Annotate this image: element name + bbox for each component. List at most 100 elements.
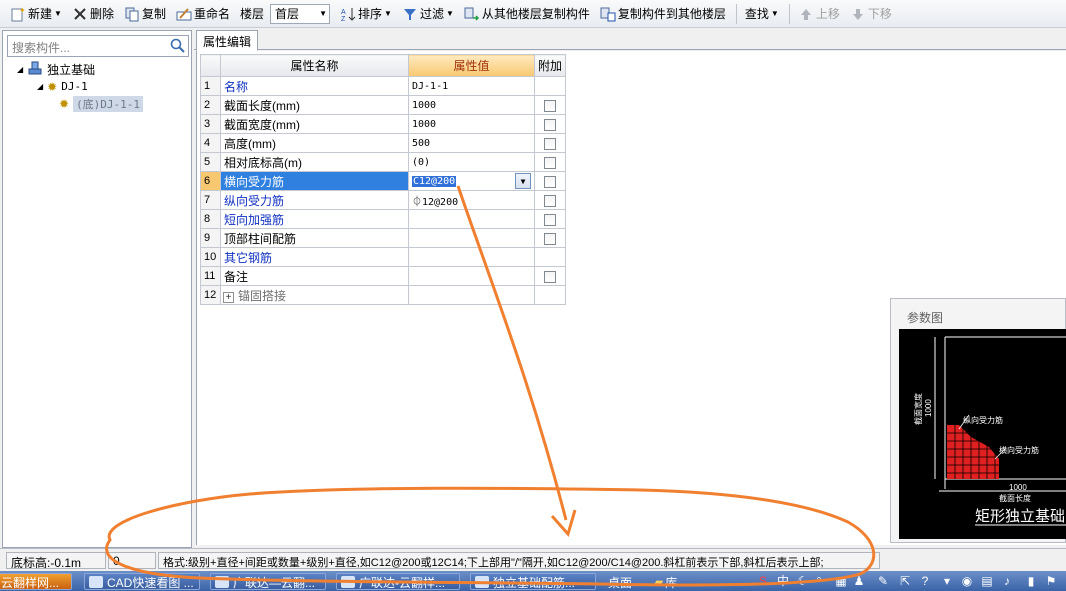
property-name-group[interactable]: + 锚固搭接 (220, 285, 409, 305)
person-icon[interactable]: ♟ (852, 574, 866, 588)
expand-plus-icon[interactable]: + (223, 291, 234, 303)
volume-icon[interactable]: ♪ (1000, 574, 1014, 588)
add-checkbox[interactable] (544, 118, 556, 131)
external-link-icon[interactable]: ⇱ (898, 574, 912, 588)
taskbar-item[interactable]: 广联达-云翻样... (336, 573, 460, 590)
rename-button[interactable]: 重命名 (172, 3, 234, 25)
rename-icon (176, 6, 192, 22)
row-number: 8 (200, 209, 221, 229)
collapse-triangle-icon[interactable]: ◢ (17, 65, 23, 74)
taskbar-item[interactable]: 云翻样网... (0, 573, 72, 590)
table-row[interactable]: 7 纵向受力筋 ⏀12@200 (200, 190, 567, 210)
table-row[interactable]: 11 备注 (200, 266, 567, 286)
table-row[interactable]: 1 名称 DJ-1-1 (200, 76, 567, 96)
property-value[interactable]: 1000 (408, 114, 535, 134)
network-icon[interactable]: ▤ (980, 574, 994, 588)
taskbar-item[interactable]: CAD快速看图 ... (84, 573, 200, 590)
property-value[interactable]: 1000 (408, 95, 535, 115)
property-value[interactable] (408, 247, 535, 267)
column-header-name[interactable]: 属性名称 (220, 54, 409, 77)
keyboard-icon[interactable]: ▦ (834, 574, 848, 588)
add-checkbox[interactable] (544, 194, 556, 207)
property-value-input[interactable]: C12@200 (412, 175, 457, 187)
table-row[interactable]: 3 截面宽度(mm) 1000 (200, 114, 567, 134)
floor-select[interactable]: 首层 ▼ (270, 3, 330, 24)
table-row-selected[interactable]: 6 横向受力筋 C12@200 ▼ (200, 171, 567, 191)
property-value[interactable] (408, 285, 535, 305)
row-number: 11 (200, 266, 221, 286)
search-icon[interactable] (169, 37, 187, 55)
table-row[interactable]: 2 截面长度(mm) 1000 (200, 95, 567, 115)
chevron-down-icon[interactable]: ▾ (940, 574, 954, 588)
property-value[interactable]: ⏀12@200 (408, 190, 535, 210)
ime-mode-indicator[interactable]: 中 (776, 574, 790, 588)
flag-icon[interactable]: ⚑ (1044, 574, 1058, 588)
add-checkbox[interactable] (544, 137, 556, 150)
move-down-button[interactable]: 下移 (846, 3, 896, 25)
delete-button[interactable]: 删除 (68, 3, 118, 25)
table-row[interactable]: 9 顶部柱间配筋 (200, 228, 567, 248)
property-name: 横向受力筋 (220, 171, 409, 191)
chevron-down-icon: ▼ (384, 9, 392, 18)
property-value[interactable]: 500 (408, 133, 535, 153)
row-number: 7 (200, 190, 221, 210)
table-row[interactable]: 5 相对底标高(m) (0) (200, 152, 567, 172)
tree-node-dj-1[interactable]: ◢ ✹ DJ-1 (37, 78, 88, 95)
add-checkbox[interactable] (544, 99, 556, 112)
dropdown-button[interactable]: ▼ (515, 173, 531, 189)
add-checkbox[interactable] (544, 175, 556, 188)
tree-node-isolated-foundation[interactable]: ◢ 独立基础 (17, 61, 95, 78)
property-value[interactable] (408, 228, 535, 248)
add-checkbox[interactable] (544, 270, 556, 283)
property-value[interactable]: (0) (408, 152, 535, 172)
column-header-value[interactable]: 属性值 (408, 54, 535, 77)
property-value-editor[interactable]: C12@200 ▼ (408, 171, 535, 191)
property-name: 截面长度(mm) (220, 95, 409, 115)
add-cell (533, 266, 567, 286)
property-value[interactable]: DJ-1-1 (408, 76, 535, 96)
move-up-button[interactable]: 上移 (794, 3, 844, 25)
help-icon[interactable]: ? (918, 574, 932, 588)
taskbar-item[interactable]: 广联达—云翻... (210, 573, 326, 590)
add-cell (533, 285, 567, 305)
copy-button[interactable]: 复制 (120, 3, 170, 25)
new-button[interactable]: ✦ 新建 ▼ (6, 3, 66, 25)
table-row[interactable]: 4 高度(mm) 500 (200, 133, 567, 153)
add-checkbox[interactable] (544, 156, 556, 169)
gear-icon: ✹ (59, 96, 70, 111)
sogou-ime-icon[interactable]: S (756, 574, 770, 588)
wrench-icon[interactable]: ✎ (876, 574, 890, 588)
rebar-mesh (947, 425, 999, 479)
search-input[interactable]: 搜索构件... (7, 35, 189, 57)
copy-to-floor-icon (600, 6, 616, 22)
library-toolbar[interactable]: ▰ 库 (650, 573, 690, 590)
copy-to-floor-button[interactable]: 复制构件到其他楼层 (596, 3, 730, 25)
sort-button[interactable]: AZ 排序 ▼ (336, 3, 396, 25)
desktop-toolbar[interactable]: 桌面 (604, 573, 644, 590)
signal-icon[interactable]: ▮ (1024, 574, 1038, 588)
table-row[interactable]: 12 + 锚固搭接 (200, 285, 567, 305)
qq-icon[interactable]: ◉ (960, 574, 974, 588)
collapse-triangle-icon[interactable]: ◢ (37, 82, 43, 91)
find-button[interactable]: 查找 ▼ (741, 3, 783, 25)
arrow-down-icon (850, 6, 866, 22)
filter-button[interactable]: 过滤 ▼ (398, 3, 458, 25)
tree-node-dj-1-1[interactable]: ✹ (底)DJ-1-1 (59, 95, 144, 112)
toolbar-separator (788, 3, 790, 24)
copy-from-floor-button[interactable]: 从其他楼层复制构件 (460, 3, 594, 25)
add-cell (533, 152, 567, 172)
property-value[interactable] (408, 266, 535, 286)
column-header-add[interactable]: 附加 (533, 54, 567, 77)
tab-property-edit[interactable]: 属性编辑 (196, 30, 259, 51)
table-row[interactable]: 8 短向加强筋 (200, 209, 567, 229)
taskbar-item[interactable]: 独立基础配筋... (470, 573, 596, 590)
label-horizontal-rebar: 横向受力筋 (999, 445, 1039, 455)
add-checkbox[interactable] (544, 232, 556, 245)
property-value[interactable] (408, 209, 535, 229)
moon-icon[interactable]: ☾ (796, 574, 810, 588)
table-row[interactable]: 10 其它钢筋 (200, 247, 567, 267)
folder-icon: ▰ (654, 575, 664, 589)
property-name: 高度(mm) (220, 133, 409, 153)
punctuation-icon[interactable]: ° (812, 574, 826, 588)
add-checkbox[interactable] (544, 213, 556, 226)
